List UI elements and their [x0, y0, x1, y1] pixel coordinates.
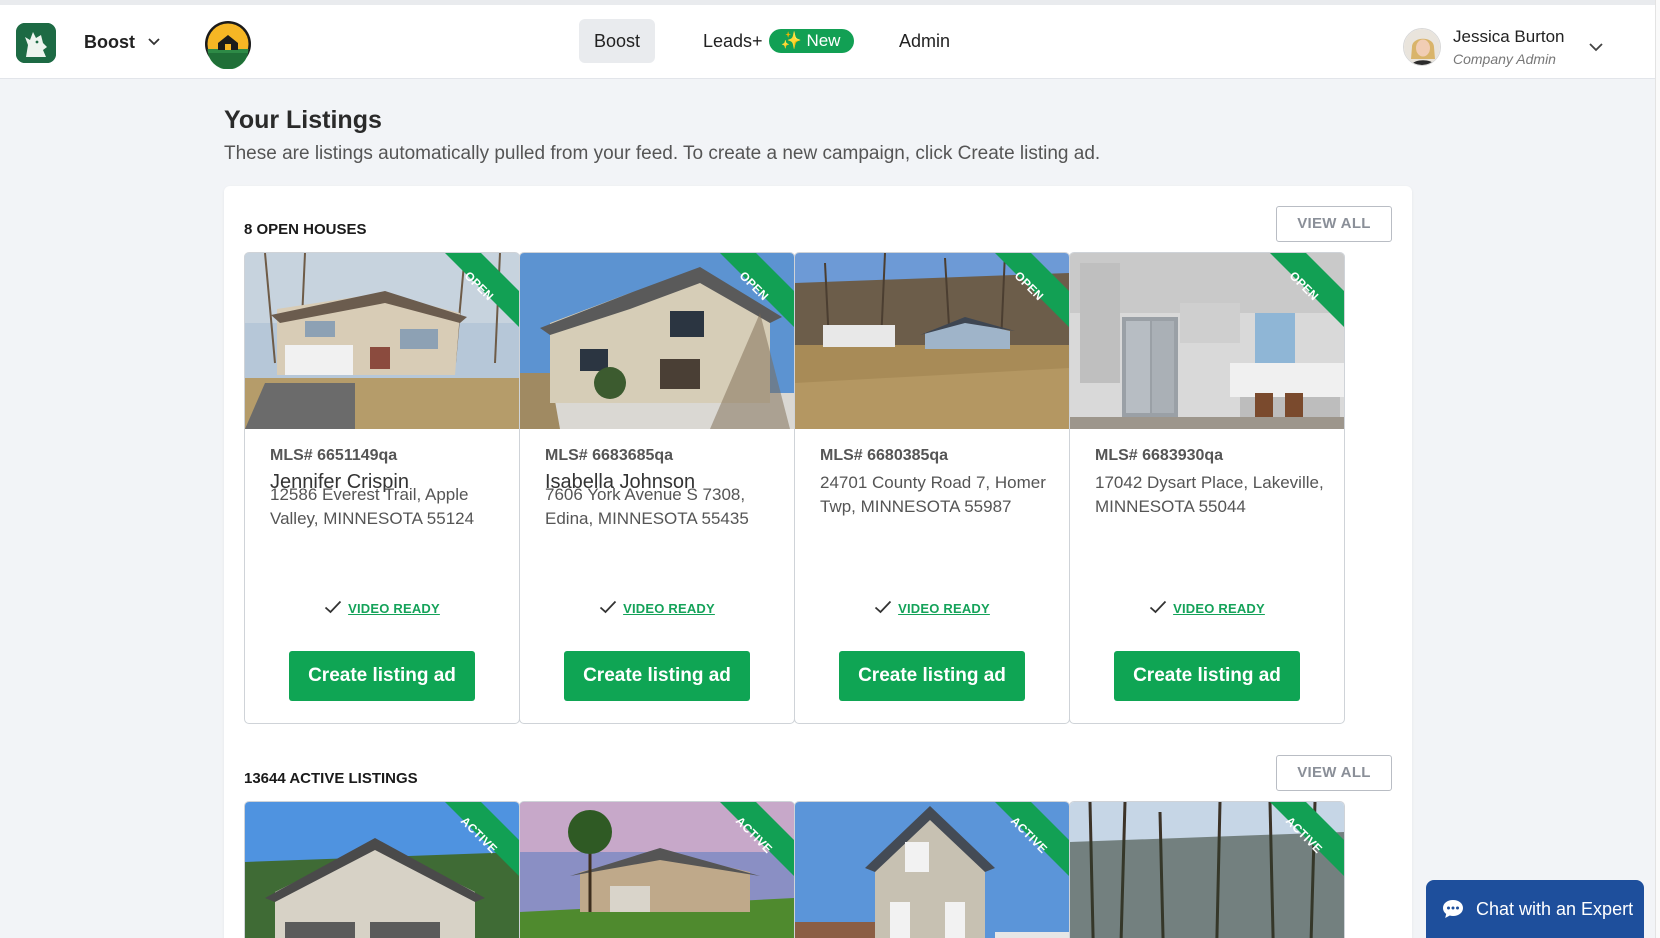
chat-with-expert-button[interactable]: Chat with an Expert	[1426, 880, 1644, 938]
chevron-down-icon[interactable]	[1586, 37, 1606, 57]
create-listing-ad-button[interactable]: Create listing ad	[839, 651, 1025, 701]
mls-number: MLS# 6683930qa	[1095, 447, 1224, 464]
mls-number: MLS# 6651149qa	[270, 447, 398, 464]
view-all-open-houses-button[interactable]: VIEW ALL	[1276, 206, 1392, 242]
listing-card[interactable]: ACTIVE	[519, 801, 795, 938]
create-listing-ad-button[interactable]: Create listing ad	[1114, 651, 1300, 701]
video-ready-link[interactable]: VIDEO READY	[623, 601, 715, 616]
create-listing-ad-button[interactable]: Create listing ad	[564, 651, 750, 701]
mls-number: MLS# 6680385qa	[820, 447, 949, 464]
video-ready-status: VIDEO READY	[245, 600, 519, 618]
create-listing-ad-button[interactable]: Create listing ad	[289, 651, 475, 701]
video-ready-link[interactable]: VIDEO READY	[898, 601, 990, 616]
status-ribbon: ACTIVE	[1244, 802, 1344, 902]
check-icon	[600, 600, 617, 614]
avatar[interactable]	[1403, 28, 1441, 66]
listing-card[interactable]: ACTIVE	[1069, 801, 1345, 938]
listing-card[interactable]: OPEN MLS# 6683930qa 17042 Dysart Place, …	[1069, 252, 1345, 724]
listing-card[interactable]: ACTIVE	[244, 801, 520, 938]
app-switcher-label[interactable]: Boost	[84, 32, 135, 53]
window-scroll-edge	[1655, 0, 1660, 938]
tab-leads-plus[interactable]: Leads+ ✨ New	[688, 19, 869, 63]
listing-card[interactable]: OPEN MLS# 6680385qa 24701 County Road 7,…	[794, 252, 1070, 724]
check-icon	[325, 600, 342, 614]
listing-card[interactable]: OPEN MLS# 6683685qa Isabella Johnson 760…	[519, 252, 795, 724]
listing-address: 17042 Dysart Place, Lakeville, MINNESOTA…	[1095, 473, 1324, 516]
tab-boost[interactable]: Boost	[579, 19, 656, 63]
user-role: Company Admin	[1453, 51, 1556, 67]
video-ready-status: VIDEO READY	[795, 600, 1069, 618]
tab-admin[interactable]: Admin	[884, 19, 965, 63]
section-title-active-listings: 13644 ACTIVE LISTINGS	[244, 770, 418, 787]
tab-leads-plus-label: Leads+	[703, 31, 763, 51]
listing-address: 7606 York Avenue S 7308, Edina, MINNESOT…	[545, 485, 749, 528]
wolf-logo-icon[interactable]	[16, 23, 56, 63]
status-ribbon: ACTIVE	[419, 802, 519, 902]
check-icon	[875, 600, 892, 614]
status-ribbon: OPEN	[419, 253, 519, 353]
video-ready-status: VIDEO READY	[1070, 600, 1344, 618]
page-description: These are listings automatically pulled …	[224, 143, 1101, 164]
new-badge: ✨ New	[768, 29, 855, 53]
video-ready-link[interactable]: VIDEO READY	[348, 601, 440, 616]
listing-card[interactable]: ACTIVE	[794, 801, 1070, 938]
check-icon	[1150, 600, 1167, 614]
status-ribbon: OPEN	[1244, 253, 1344, 353]
section-title-open-houses: 8 OPEN HOUSES	[244, 221, 367, 238]
chat-label: Chat with an Expert	[1476, 899, 1634, 919]
status-ribbon: OPEN	[969, 253, 1069, 353]
chat-bubble-icon	[1443, 900, 1463, 918]
view-all-active-listings-button[interactable]: VIEW ALL	[1276, 755, 1392, 791]
listings-panel: 8 OPEN HOUSES VIEW ALL OPEN MLS# 6651149…	[224, 186, 1412, 938]
user-name[interactable]: Jessica Burton	[1453, 27, 1565, 47]
listing-address: 12586 Everest Trail, Apple Valley, MINNE…	[270, 485, 475, 528]
house-logo-icon[interactable]	[203, 19, 253, 70]
video-ready-status: VIDEO READY	[520, 600, 794, 618]
top-navbar: Boost Boost Leads+ ✨ New Admin Jessica Bu…	[0, 5, 1660, 79]
video-ready-link[interactable]: VIDEO READY	[1173, 601, 1265, 616]
listing-address: 24701 County Road 7, Homer Twp, MINNESOT…	[820, 473, 1046, 516]
page-title: Your Listings	[224, 106, 382, 134]
chevron-down-icon[interactable]	[145, 33, 163, 51]
mls-number: MLS# 6683685qa	[545, 447, 674, 464]
status-ribbon: ACTIVE	[694, 802, 794, 902]
status-ribbon: OPEN	[694, 253, 794, 353]
status-ribbon: ACTIVE	[969, 802, 1069, 902]
listing-card[interactable]: OPEN MLS# 6651149qa Jennifer Crispin 125…	[244, 252, 520, 724]
